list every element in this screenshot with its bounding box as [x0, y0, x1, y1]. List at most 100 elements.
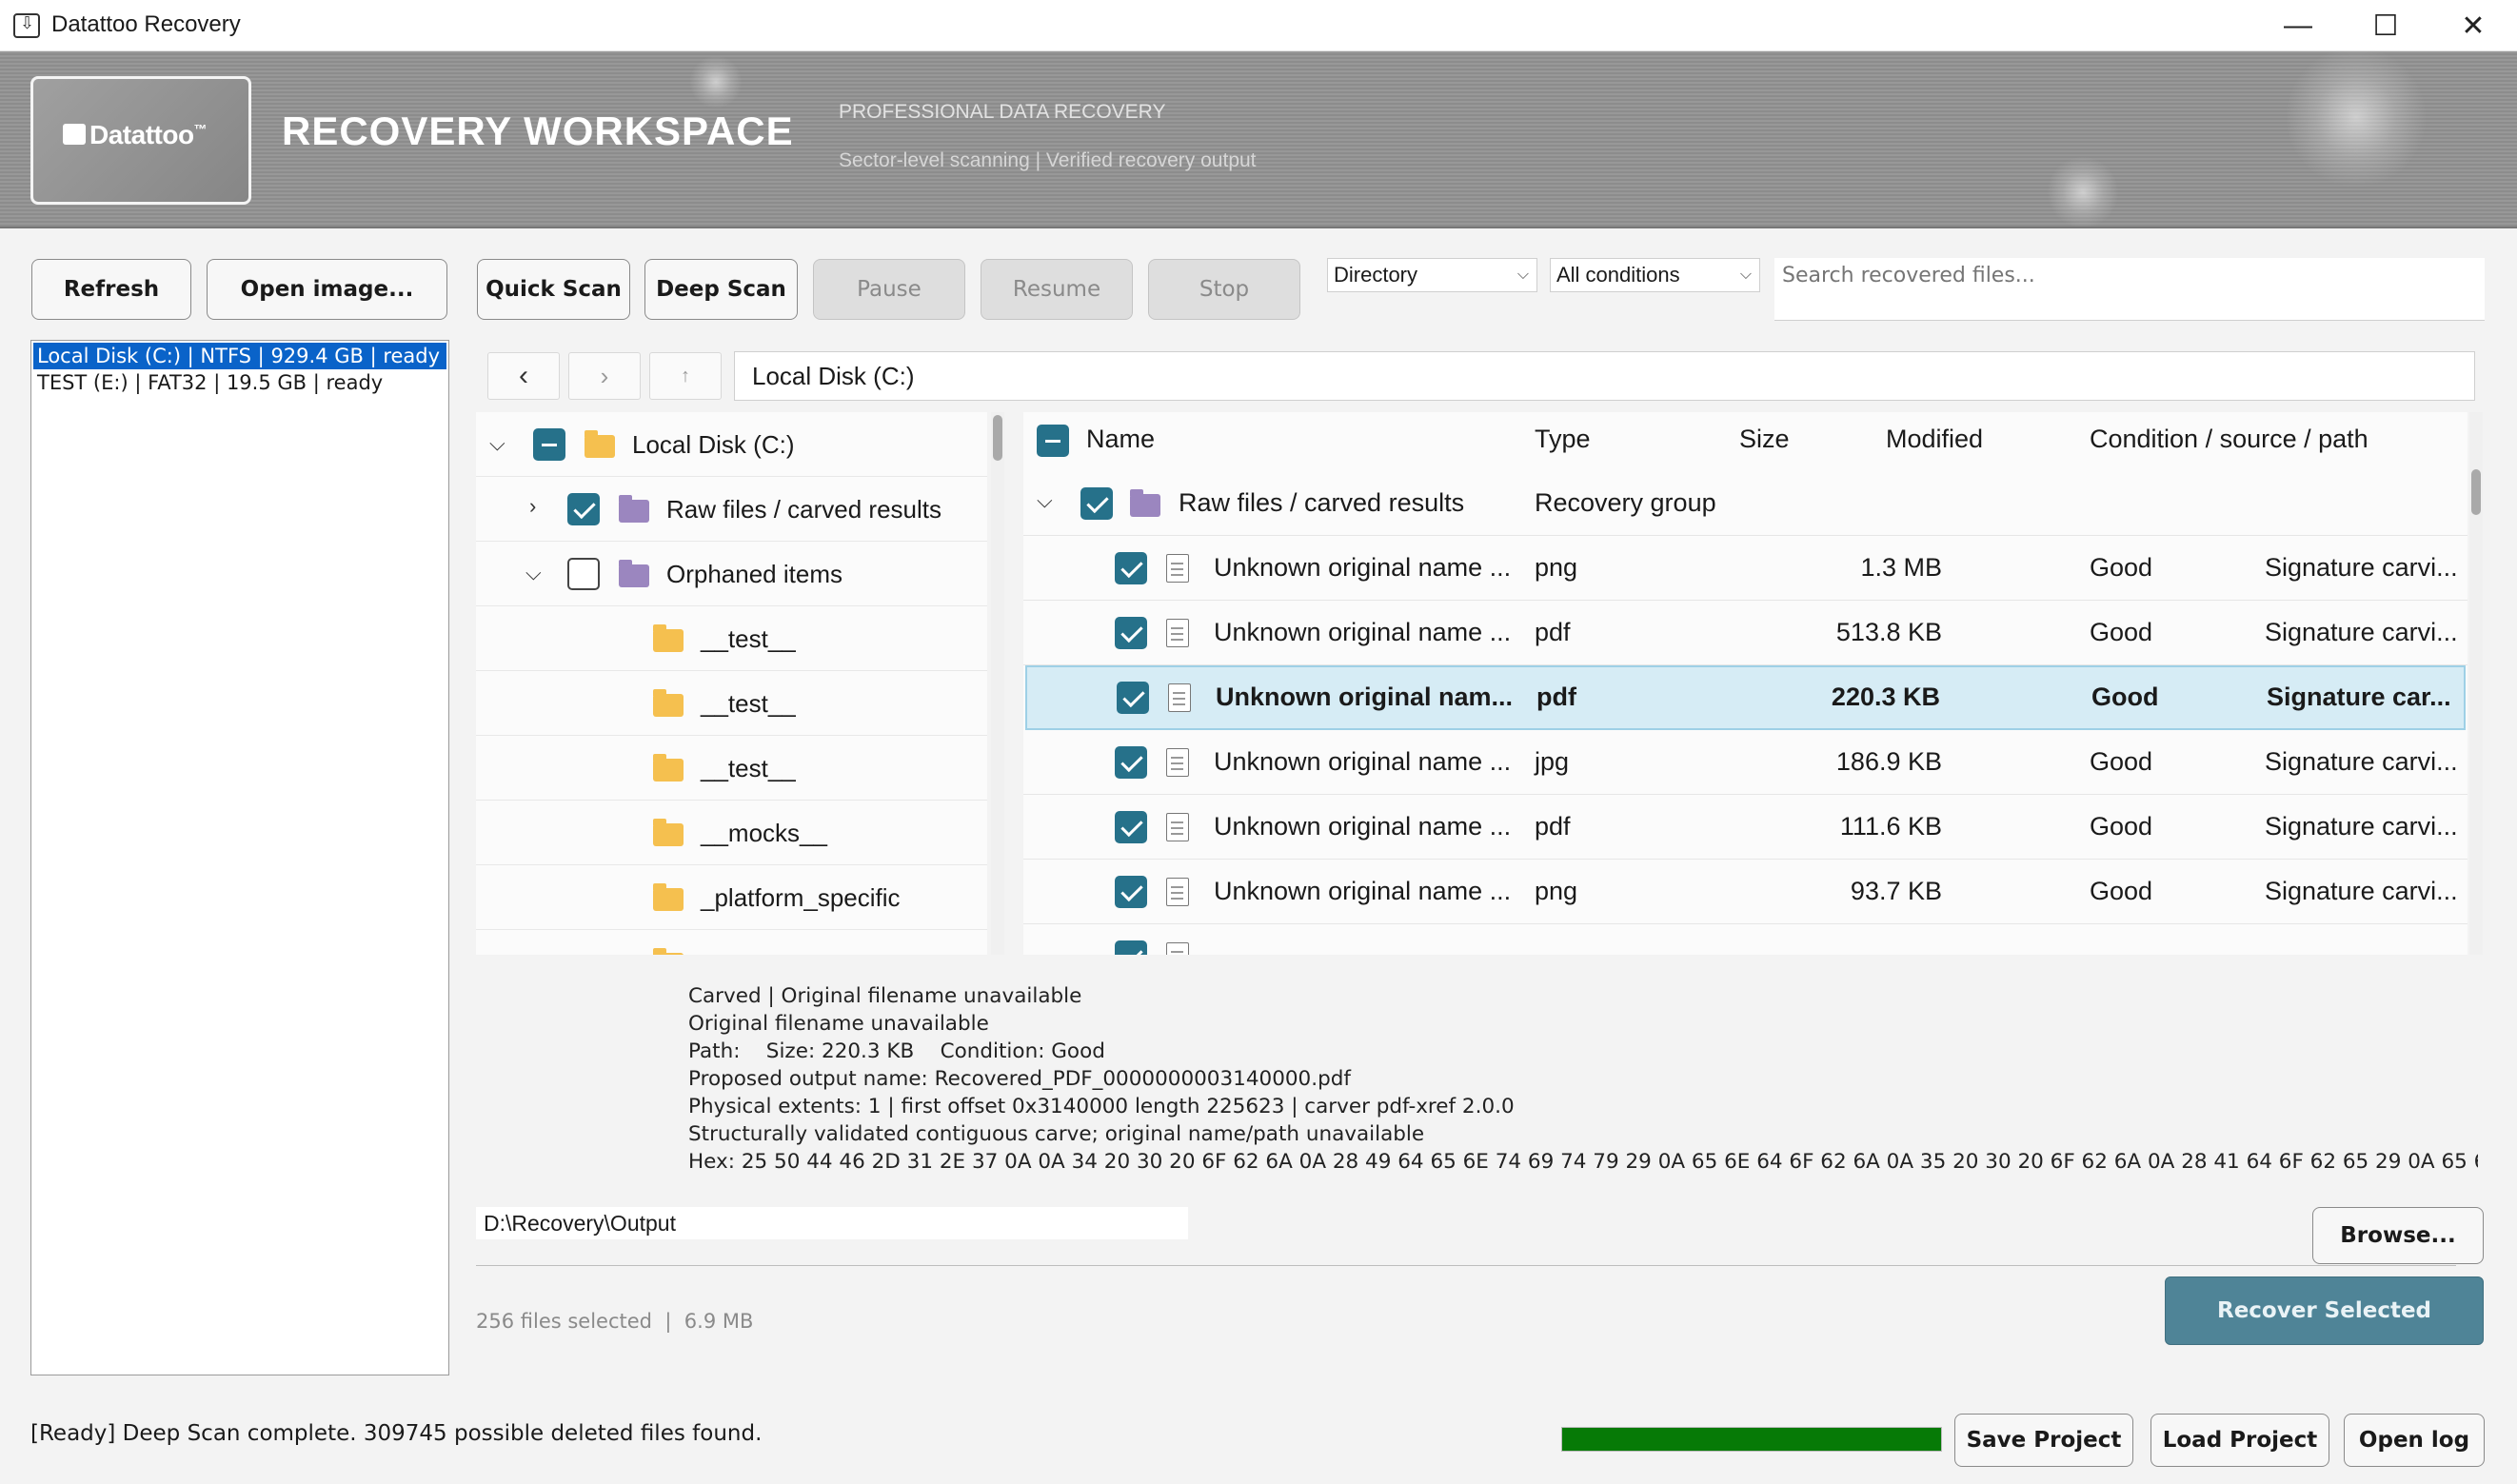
cell-size: 220.3 KB: [1831, 683, 1940, 711]
refresh-button[interactable]: Refresh: [31, 259, 191, 320]
file-icon: [1166, 942, 1189, 955]
select-all-checkbox[interactable]: [1037, 425, 1069, 457]
tree-item[interactable]: ⌵ Orphaned items: [476, 542, 987, 606]
tree-checkbox[interactable]: [533, 428, 565, 461]
table-row[interactable]: Unknown original name ... png 93.7 KB Go…: [1023, 860, 2467, 924]
tree-item[interactable]: __mocks__: [476, 801, 987, 865]
tree-scrollbar-thumb[interactable]: [993, 415, 1002, 461]
up-button[interactable]: ↑: [649, 352, 722, 400]
maximize-button[interactable]: ☐: [2342, 0, 2429, 51]
table-row[interactable]: Unknown original name ... jpg 186.9 KB G…: [1023, 730, 2467, 795]
recover-selected-button[interactable]: Recover Selected: [2165, 1276, 2484, 1345]
table-row[interactable]: [1023, 924, 2467, 955]
row-checkbox[interactable]: [1115, 552, 1147, 584]
folder-tree[interactable]: ⌵ Local Disk (C:) › Raw files / carved r…: [476, 412, 987, 955]
row-checkbox[interactable]: [1115, 876, 1147, 908]
disk-item-e[interactable]: TEST (E:) | FAT32 | 19.5 GB | ready: [33, 369, 446, 396]
cell-name: Unknown original name ...: [1214, 618, 1512, 646]
window-title: Datattoo Recovery: [51, 11, 241, 37]
quick-scan-button[interactable]: Quick Scan: [477, 259, 630, 320]
tree-item[interactable]: › Raw files / carved results: [476, 477, 987, 542]
row-checkbox[interactable]: [1080, 487, 1113, 520]
column-header-size[interactable]: Size: [1739, 425, 1790, 454]
output-path-field[interactable]: D:\Recovery\Output: [476, 1207, 1188, 1239]
banner-title: RECOVERY WORKSPACE: [282, 109, 794, 153]
path-field[interactable]: Local Disk (C:): [734, 351, 2475, 401]
tree-item[interactable]: ⌵ Local Disk (C:): [476, 412, 987, 477]
pause-button[interactable]: Pause: [813, 259, 965, 320]
column-header-name[interactable]: Name: [1086, 425, 1155, 454]
resume-button[interactable]: Resume: [981, 259, 1133, 320]
table-scrollbar-thumb[interactable]: [2471, 469, 2481, 515]
row-checkbox[interactable]: [1117, 682, 1149, 714]
browse-button[interactable]: Browse...: [2312, 1207, 2484, 1264]
tree-item[interactable]: __test__: [476, 606, 987, 671]
tree-checkbox[interactable]: [567, 558, 600, 590]
file-table[interactable]: Name Type Size Modified Condition / sour…: [1023, 412, 2467, 955]
folder-icon: [619, 560, 649, 587]
cell-type: pdf: [1535, 618, 1571, 646]
tree-item[interactable]: [476, 930, 987, 955]
table-row-selected[interactable]: Unknown original nam... pdf 220.3 KB Goo…: [1025, 665, 2466, 730]
column-header-condition[interactable]: Condition / source / path: [2090, 425, 2368, 454]
tree-item[interactable]: __test__: [476, 671, 987, 736]
stop-button[interactable]: Stop: [1148, 259, 1300, 320]
forward-button[interactable]: ›: [568, 352, 641, 400]
file-icon: [1166, 878, 1189, 906]
minimize-button[interactable]: —: [2254, 0, 2342, 51]
tree-item[interactable]: __test__: [476, 736, 987, 801]
file-icon: [1168, 683, 1191, 712]
tree-scrollbar[interactable]: [991, 412, 1004, 955]
chevron-right-icon[interactable]: ›: [529, 494, 536, 519]
detail-line: Structurally validated contiguous carve;…: [688, 1122, 1425, 1146]
search-input[interactable]: [1774, 258, 2485, 321]
open-image-button[interactable]: Open image...: [207, 259, 447, 320]
folder-icon: [653, 689, 684, 717]
table-row[interactable]: Unknown original name ... pdf 111.6 KB G…: [1023, 795, 2467, 860]
back-button[interactable]: ‹: [487, 352, 560, 400]
cell-size: 513.8 KB: [1835, 618, 1942, 646]
close-button[interactable]: ✕: [2429, 0, 2517, 51]
deep-scan-button[interactable]: Deep Scan: [644, 259, 798, 320]
cell-type: png: [1535, 553, 1578, 582]
cell-size: 186.9 KB: [1835, 747, 1942, 776]
chevron-down-icon[interactable]: ⌵: [1037, 488, 1053, 513]
cell-type: pdf: [1536, 683, 1576, 711]
row-checkbox[interactable]: [1115, 746, 1147, 779]
file-icon: [1166, 813, 1189, 841]
load-project-button[interactable]: Load Project: [2150, 1414, 2329, 1467]
chevron-down-icon[interactable]: ⌵: [525, 561, 542, 585]
table-row[interactable]: Unknown original name ... png 1.3 MB Goo…: [1023, 536, 2467, 601]
column-header-modified[interactable]: Modified: [1886, 425, 1983, 454]
chevron-down-icon[interactable]: ⌵: [489, 431, 505, 456]
tree-item-label: Raw files / carved results: [666, 495, 941, 524]
open-log-button[interactable]: Open log: [2344, 1414, 2485, 1467]
column-header-type[interactable]: Type: [1535, 425, 1591, 454]
detail-line: Path: Size: 220.3 KB Condition: Good: [688, 1039, 1105, 1063]
row-checkbox[interactable]: [1115, 811, 1147, 843]
tree-item[interactable]: _platform_specific: [476, 865, 987, 930]
tree-item-label: _platform_specific: [701, 883, 901, 912]
cell-source: Signature carvi...: [2265, 618, 2458, 646]
row-checkbox[interactable]: [1115, 617, 1147, 649]
cell-size: 1.3 MB: [1860, 553, 1942, 582]
disk-list[interactable]: Local Disk (C:) | NTFS | 929.4 GB | read…: [30, 340, 449, 1375]
tree-checkbox[interactable]: [567, 493, 600, 525]
view-mode-select[interactable]: Directory ⌵: [1327, 258, 1537, 292]
progress-fill: [1562, 1428, 1941, 1451]
logo-name: Datattoo: [89, 120, 194, 149]
file-details-panel: Carved | Original filename unavailable O…: [688, 982, 2478, 1176]
cell-type: jpg: [1535, 747, 1570, 776]
folder-icon: [653, 754, 684, 782]
table-group-row[interactable]: ⌵ Raw files / carved results Recovery gr…: [1023, 471, 2467, 536]
table-row[interactable]: Unknown original name ... pdf 513.8 KB G…: [1023, 601, 2467, 665]
banner: Datattoo™ RECOVERY WORKSPACE PROFESSIONA…: [0, 51, 2517, 228]
condition-filter-select[interactable]: All conditions ⌵: [1550, 258, 1760, 292]
save-project-button[interactable]: Save Project: [1954, 1414, 2133, 1467]
cell-name: Raw files / carved results: [1179, 488, 1465, 517]
row-checkbox[interactable]: [1115, 940, 1147, 955]
detail-line: Original filename unavailable: [688, 1012, 989, 1036]
cell-size: 93.7 KB: [1850, 877, 1942, 905]
disk-item-c[interactable]: Local Disk (C:) | NTFS | 929.4 GB | read…: [33, 343, 446, 369]
app-icon: [13, 13, 40, 38]
